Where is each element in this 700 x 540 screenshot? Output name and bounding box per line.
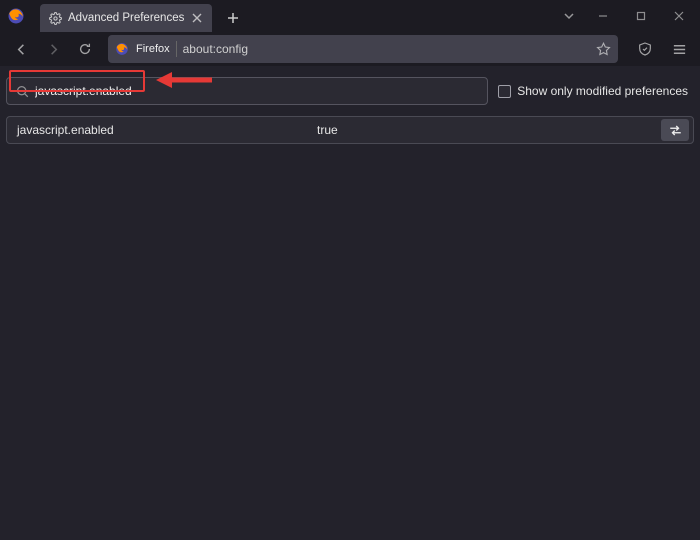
window-controls [584,1,698,31]
gear-icon [48,11,62,25]
show-only-modified-label: Show only modified preferences [517,84,688,98]
toggle-preference-button[interactable] [661,119,689,141]
bookmark-star-icon[interactable] [594,40,612,58]
close-window-button[interactable] [660,1,698,31]
back-button[interactable] [6,34,36,64]
search-row: Show only modified preferences [6,72,694,110]
aboutconfig-content: Show only modified preferences javascrip… [0,66,700,540]
firefox-badge-icon [114,41,130,57]
reload-button[interactable] [70,34,100,64]
checkbox-icon [498,85,511,98]
preference-value: true [317,123,661,137]
url-identity-label: Firefox [136,43,170,55]
url-bar[interactable]: Firefox about:config [108,35,618,63]
preference-search-input[interactable] [35,84,479,98]
search-icon [15,84,29,98]
url-separator [176,41,177,57]
search-box[interactable] [6,77,488,105]
tab-title: Advanced Preferences [68,12,184,24]
navbar: Firefox about:config [0,32,700,66]
close-tab-icon[interactable] [190,11,204,25]
url-text: about:config [183,42,248,56]
titlebar: Advanced Preferences [0,0,700,32]
nav-right-icons [630,34,694,64]
hamburger-menu-icon[interactable] [664,34,694,64]
show-only-modified-checkbox[interactable]: Show only modified preferences [498,84,694,98]
shield-icon[interactable] [630,34,660,64]
forward-button[interactable] [38,34,68,64]
browser-tab[interactable]: Advanced Preferences [40,4,212,32]
preference-name: javascript.enabled [17,123,317,137]
maximize-button[interactable] [622,1,660,31]
new-tab-button[interactable] [220,5,246,31]
preference-row[interactable]: javascript.enabled true [6,116,694,144]
minimize-button[interactable] [584,1,622,31]
tabs-dropdown-icon[interactable] [554,1,584,31]
firefox-logo-icon [6,6,26,26]
